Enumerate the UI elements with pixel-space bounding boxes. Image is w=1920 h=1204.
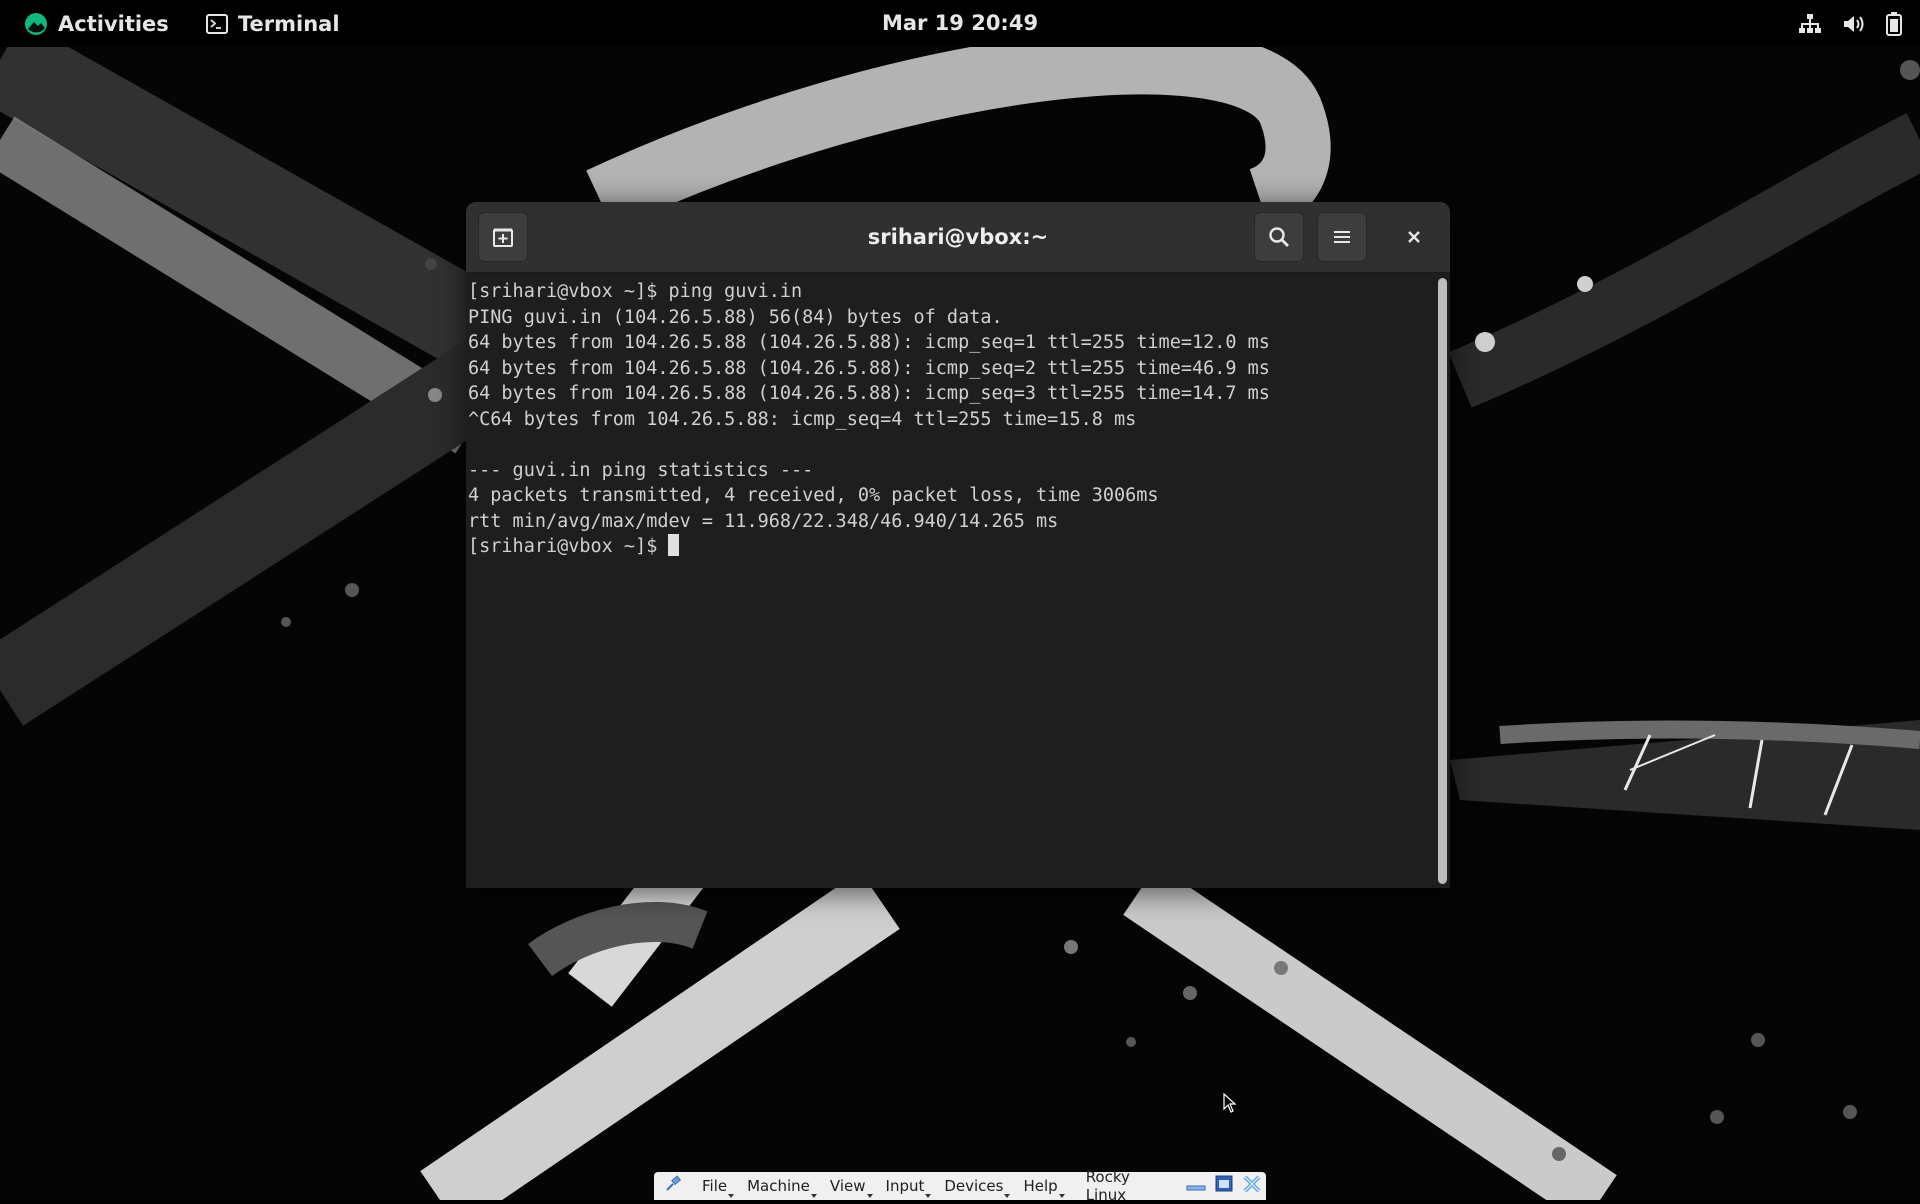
activities-label: Activities bbox=[58, 11, 169, 36]
terminal-line: PING guvi.in (104.26.5.88) 56(84) bytes … bbox=[468, 306, 1003, 328]
terminal-line: 4 packets transmitted, 4 received, 0% pa… bbox=[468, 485, 1159, 506]
terminal-line: 64 bytes from 104.26.5.88 (104.26.5.88):… bbox=[468, 357, 1270, 379]
vbox-menu-view[interactable]: View bbox=[820, 1177, 876, 1198]
volume-icon[interactable] bbox=[1842, 13, 1866, 35]
pin-icon bbox=[666, 1175, 682, 1191]
vbox-menu-file[interactable]: File bbox=[692, 1177, 737, 1198]
minimize-icon bbox=[1186, 1185, 1206, 1191]
terminal-output[interactable]: [srihari@vbox ~]$ ping guvi.in PING guvi… bbox=[466, 273, 1434, 888]
terminal-line: 64 bytes from 104.26.5.88 (104.26.5.88):… bbox=[468, 383, 1270, 404]
new-tab-button[interactable] bbox=[478, 212, 528, 262]
rocky-logo-icon bbox=[25, 12, 47, 35]
vm-name-label: Rocky Linux bbox=[1085, 1168, 1130, 1204]
vbox-close-button[interactable] bbox=[1238, 1175, 1266, 1197]
window-headerbar[interactable]: srihari@vbox:~ bbox=[466, 202, 1450, 273]
vbox-menu-help[interactable]: Help bbox=[1013, 1177, 1067, 1198]
close-icon bbox=[1243, 1175, 1261, 1193]
top-bar: Activities Terminal Mar 19 20:49 bbox=[0, 0, 1920, 47]
scrollbar-thumb[interactable] bbox=[1438, 278, 1447, 884]
close-button[interactable] bbox=[1389, 212, 1439, 262]
restore-window-icon bbox=[1215, 1175, 1233, 1192]
virtualbox-menu-bar: File Machine View Input Devices Help Roc… bbox=[654, 1168, 1266, 1204]
terminal-line: [srihari@vbox ~]$ ping guvi.in bbox=[468, 281, 803, 302]
activities-button[interactable]: Activities bbox=[24, 0, 169, 47]
terminal-line: 64 bytes from 104.26.5.88 (104.26.5.88):… bbox=[468, 332, 1270, 353]
terminal-line: ^C64 bytes from 104.26.5.88: icmp_seq=4 … bbox=[468, 408, 1137, 430]
mouse-pointer-icon bbox=[1223, 1093, 1237, 1113]
terminal-prompt: [srihari@vbox ~]$ bbox=[468, 536, 669, 557]
search-icon bbox=[1269, 227, 1289, 247]
network-icon[interactable] bbox=[1798, 13, 1822, 35]
terminal-line: --- guvi.in ping statistics --- bbox=[468, 459, 814, 481]
hamburger-menu-icon bbox=[1334, 231, 1350, 243]
new-tab-icon bbox=[493, 228, 513, 247]
vbox-menu-machine[interactable]: Machine bbox=[737, 1177, 820, 1198]
search-button[interactable] bbox=[1254, 212, 1304, 262]
vbox-menu-devices[interactable]: Devices bbox=[934, 1177, 1013, 1198]
terminal-scrollbar[interactable] bbox=[1436, 278, 1448, 884]
menu-button[interactable] bbox=[1317, 212, 1367, 262]
terminal-line: rtt min/avg/max/mdev = 11.968/22.348/46.… bbox=[468, 510, 1059, 532]
vbox-menu-input[interactable]: Input bbox=[876, 1177, 935, 1198]
app-menu-label: Terminal bbox=[238, 11, 340, 36]
terminal-cursor bbox=[668, 534, 680, 556]
app-menu-terminal[interactable]: Terminal bbox=[206, 0, 340, 47]
system-tray[interactable] bbox=[1798, 0, 1902, 47]
battery-icon[interactable] bbox=[1886, 11, 1902, 36]
pin-button[interactable] bbox=[654, 1175, 692, 1197]
vbox-restore-button[interactable] bbox=[1210, 1175, 1238, 1197]
vbox-minimize-button[interactable] bbox=[1182, 1176, 1210, 1196]
clock-label[interactable]: Mar 19 20:49 bbox=[882, 11, 1038, 35]
terminal-app-icon bbox=[206, 13, 228, 34]
terminal-window[interactable]: srihari@vbox:~ [srihari@vbox ~]$ ping gu… bbox=[466, 202, 1450, 888]
close-icon bbox=[1408, 231, 1420, 243]
